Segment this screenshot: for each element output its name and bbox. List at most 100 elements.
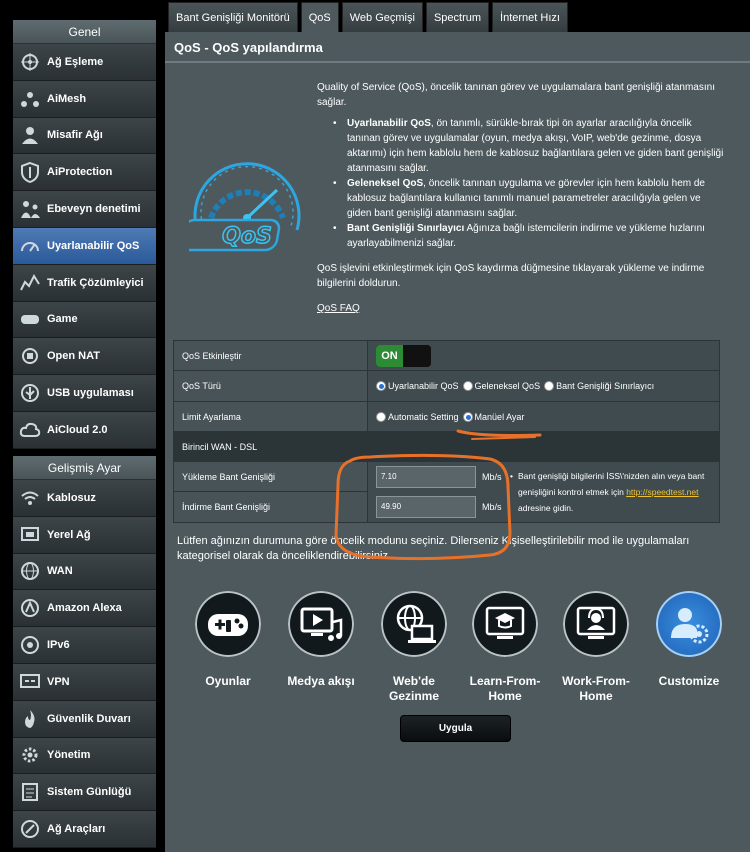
sidebar-item-game[interactable]: Game — [13, 301, 156, 339]
radio-adaptive-qos[interactable]: Uyarlanabilir QoS — [376, 381, 459, 391]
mode-circle — [192, 588, 264, 660]
upload-bandwidth-input[interactable]: 7.10 — [376, 466, 476, 488]
sidebar-item-trafik-z-mleyici[interactable]: Trafik Çözümleyici — [13, 264, 156, 302]
sidebar-item-vpn[interactable]: VPN — [13, 663, 156, 701]
sidebar-item-wan[interactable]: WAN — [13, 553, 156, 591]
sidebar-item-label: Ağ Araçları — [47, 823, 106, 836]
tools-icon — [17, 816, 43, 842]
sidebar-item-ipv6[interactable]: IPv6 — [13, 627, 156, 664]
mode-web-browsing-label: Web'de Gezinme — [388, 674, 439, 703]
download-unit: Mb/s — [482, 502, 502, 512]
radio-dot — [544, 381, 555, 391]
speedtest-link[interactable]: http://speedtest.net — [626, 487, 698, 497]
sidebar-item-g-venlik-duvar[interactable]: Güvenlik Duvarı — [13, 700, 156, 738]
row-upload: Yükleme Bant Genişliği — [174, 462, 368, 492]
sidebar-item-usb-uygulamas[interactable]: USB uygulaması — [13, 375, 156, 412]
note-tail: adresine gidin. — [518, 503, 574, 513]
radio-dot — [376, 411, 386, 422]
intro-section: Quality of Service (QoS), öncelik tanına… — [317, 80, 727, 316]
sidebar-item-open-nat[interactable]: Open NAT — [13, 338, 156, 376]
sidebar-item-label: AiProtection — [47, 166, 113, 179]
gear-icon — [17, 742, 43, 768]
speedometer-icon — [17, 233, 43, 259]
sidebar-item-label: Game — [47, 313, 78, 326]
qos-type-bullets: Uyarlanabilir QoS, ön tanımlı, sürükle-b… — [317, 116, 727, 251]
mode-web-browsing[interactable]: Web'de Gezinme — [369, 588, 459, 704]
qos-settings-table: QoS Etkinleştir ON QoS Türü Uyarlanabili… — [173, 340, 720, 523]
lan-icon — [17, 522, 43, 548]
mode-media[interactable]: Medya akışı — [276, 588, 366, 689]
sidebar-item-yerel-a[interactable]: Yerel Ağ — [13, 516, 156, 554]
radio-manual-setting[interactable]: Manüel Ayar — [462, 411, 524, 422]
sidebar-item-label: Kablosuz — [47, 491, 96, 504]
download-bandwidth-input[interactable]: 49.90 — [376, 496, 476, 518]
log-icon — [17, 779, 43, 805]
bandwidth-rows: Yükleme Bant Genişliği İndirme Bant Geni… — [174, 462, 719, 522]
tab-bandwidth-monitor[interactable]: Bant Genişliği Monitörü — [168, 2, 298, 32]
intro-text: Quality of Service (QoS), öncelik tanına… — [317, 82, 715, 108]
sidebar-item-aiprotection[interactable]: AiProtection — [13, 154, 156, 192]
apply-button[interactable]: Uygula — [400, 715, 511, 742]
tab-web-history[interactable]: Web Geçmişi — [341, 2, 423, 32]
customize-icon — [671, 608, 709, 644]
enable-label: QoS Etkinleştir — [174, 341, 368, 370]
cloud-icon — [17, 417, 43, 443]
sidebar-item-misafir-a[interactable]: Misafir Ağı — [13, 117, 156, 155]
sidebar-item-y-netim[interactable]: Yönetim — [13, 737, 156, 775]
radio-automatic-setting[interactable]: Automatic Setting — [376, 411, 459, 422]
sidebar-item-amazon-alexa[interactable]: Amazon Alexa — [13, 590, 156, 628]
traffic-analyzer-icon — [17, 270, 43, 296]
tab-spectrum[interactable]: Spectrum — [425, 2, 490, 32]
web-browsing-icon — [396, 604, 436, 643]
sidebar-item-label: Misafir Ağı — [47, 129, 103, 142]
sidebar-item-sistem-g-nl[interactable]: Sistem Günlüğü — [13, 774, 156, 812]
sidebar-item-label: Amazon Alexa — [47, 602, 122, 615]
sidebar-item-uyarlanabilir-qos[interactable]: Uyarlanabilir QoS — [13, 227, 156, 265]
mode-games-label: Oyunlar — [205, 674, 251, 688]
download-label: İndirme Bant Genişliği — [174, 492, 367, 522]
qos-faq-link[interactable]: QoS FAQ — [317, 301, 360, 316]
sidebar-item-label: AiMesh — [47, 92, 87, 105]
open-nat-icon — [17, 343, 43, 369]
guest-network-icon — [17, 122, 43, 148]
sidebar-item-label: VPN — [47, 675, 70, 688]
sidebar-item-label: Sistem Günlüğü — [47, 786, 132, 799]
sidebar-item-aicloud-2-0[interactable]: AiCloud 2.0 — [13, 411, 156, 449]
mode-work-from-home[interactable]: Work-From-Home — [551, 588, 641, 704]
media-icon — [300, 607, 343, 641]
aimesh-icon — [17, 86, 43, 112]
radio-traditional-qos[interactable]: Geleneksel QoS — [462, 381, 540, 391]
wan-section-header: Birincil WAN - DSL — [174, 432, 719, 462]
sidebar-item-a-ara-lar[interactable]: Ağ Araçları — [13, 811, 156, 848]
sidebar-item-aimesh[interactable]: AiMesh — [13, 80, 156, 118]
tab-internet-speed[interactable]: İnternet Hızı — [492, 2, 568, 32]
sidebar-item-label: Yönetim — [47, 749, 91, 762]
tab-bar: Bant Genişliği Monitörü QoS Web Geçmişi … — [168, 2, 571, 32]
sidebar-item-label: USB uygulaması — [47, 387, 134, 400]
mode-games[interactable]: Oyunlar — [183, 588, 273, 689]
network-map-icon — [17, 49, 43, 75]
sidebar-item-label: Ağ Eşleme — [47, 55, 104, 68]
qos-enable-toggle[interactable]: ON — [376, 344, 431, 367]
radio-adaptive-label: Uyarlanabilir QoS — [388, 381, 459, 391]
mode-circle — [469, 588, 541, 660]
sidebar-item-kablosuz[interactable]: Kablosuz — [13, 480, 156, 517]
mode-learn-from-home[interactable]: Learn-From-Home — [460, 588, 550, 704]
qos-type-label: QoS Türü — [174, 371, 368, 401]
sidebar-item-ebeveyn-denetimi[interactable]: Ebeveyn denetimi — [13, 191, 156, 228]
mode-circle — [560, 588, 632, 660]
sidebar-item-label: Yerel Ağ — [47, 528, 91, 541]
upload-label: Yükleme Bant Genişliği — [174, 462, 367, 491]
radio-bandwidth-limiter[interactable]: Bant Genişliği Sınırlayıcı — [544, 381, 654, 391]
qos-speedometer-icon: QoS — [189, 162, 301, 252]
mode-customize[interactable]: Customize — [644, 588, 734, 689]
sidebar-item-label: WAN — [47, 565, 73, 578]
work-icon — [576, 606, 616, 639]
mode-circle — [378, 588, 450, 660]
sidebar-item-label: Uyarlanabilir QoS — [47, 239, 140, 252]
tab-qos[interactable]: QoS — [300, 2, 339, 32]
main-panel: QoS - QoS yapılandırma QoS Quality of Se… — [165, 32, 750, 852]
learn-icon — [485, 606, 525, 639]
sidebar-item-a-e-leme[interactable]: Ağ Eşleme — [13, 44, 156, 81]
shield-icon — [17, 159, 43, 185]
